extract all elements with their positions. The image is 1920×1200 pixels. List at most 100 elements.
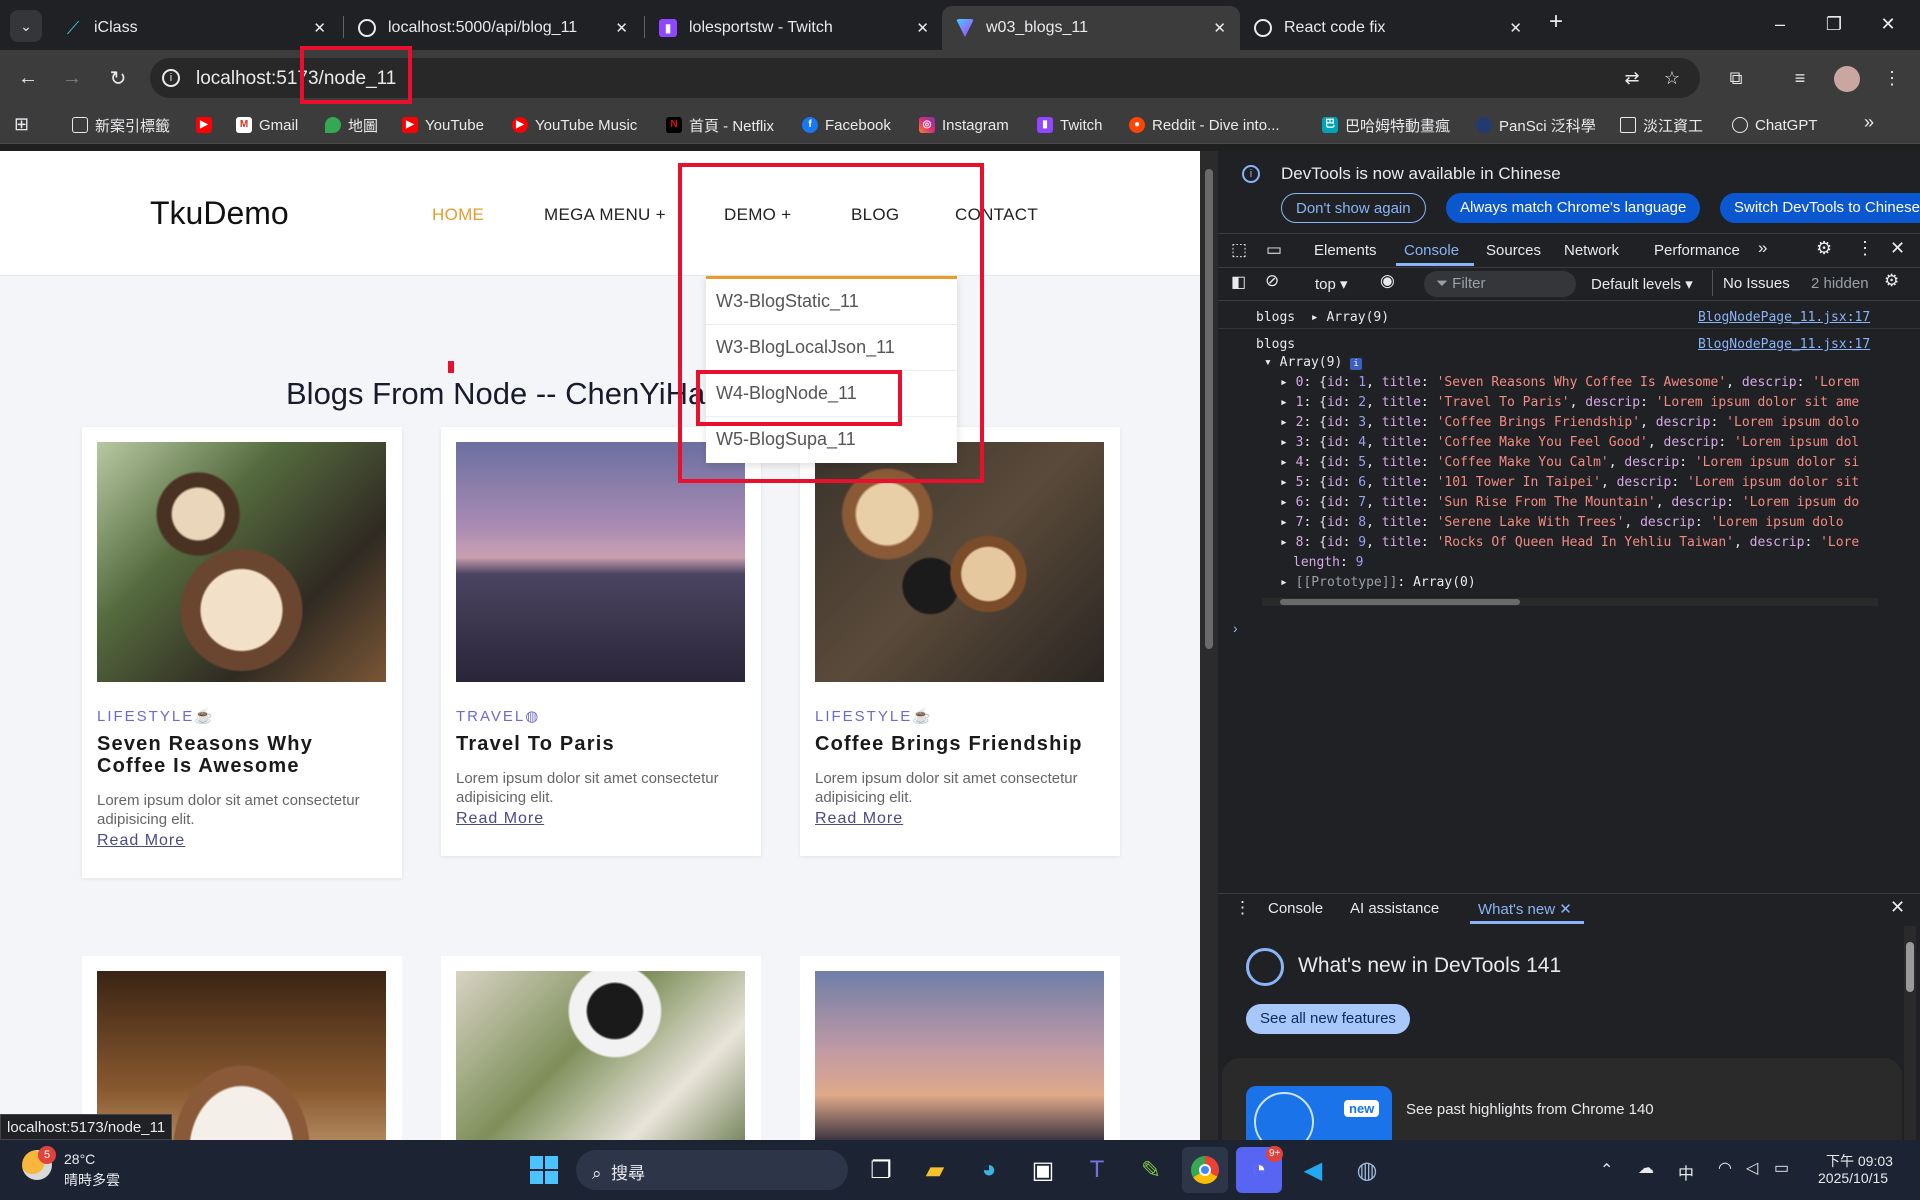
bookmark-youtube[interactable]: ▶ YouTube (402, 113, 484, 137)
chrome-icon[interactable] (1182, 1147, 1228, 1193)
volume-icon[interactable]: ◁ (1746, 1158, 1758, 1178)
file-explorer-icon[interactable]: ▰ (912, 1147, 958, 1193)
drawer-scrollbar[interactable] (1904, 926, 1916, 1140)
bookmark-facebook[interactable]: f Facebook (802, 113, 891, 137)
teams-icon[interactable]: T (1074, 1147, 1120, 1193)
more-bookmarks-icon[interactable]: » (1864, 112, 1874, 133)
array-entry-row[interactable]: ▸ 5: {id: 6, title: '101 Tower In Taipei… (1280, 475, 1886, 490)
switch-chinese-button[interactable]: Switch DevTools to Chinese (1720, 193, 1920, 223)
see-all-features-button[interactable]: See all new features (1246, 1004, 1410, 1034)
tab-w03-blogs[interactable]: w03_blogs_11 ✕ (942, 6, 1240, 50)
source-link[interactable]: BlogNodePage_11.jsx:17 (1698, 310, 1870, 325)
bookmark-chatgpt[interactable]: ChatGPT (1732, 113, 1818, 137)
bookmark-bahamut[interactable]: 巴巴哈姆特動畫瘋 (1322, 113, 1450, 137)
match-language-button[interactable]: Always match Chrome's language (1446, 193, 1701, 223)
apps-grid-icon[interactable]: ⊞ (14, 114, 29, 135)
close-drawer-icon[interactable]: ✕ (1890, 897, 1905, 918)
page-scrollbar[interactable] (1200, 151, 1218, 1140)
inspect-icon[interactable]: ⬚ (1231, 240, 1247, 260)
prototype-row[interactable]: ▸ [[Prototype]]: Array(0) (1280, 575, 1476, 590)
menu-icon[interactable]: ⋮ (1876, 62, 1908, 94)
close-icon[interactable]: ✕ (615, 19, 628, 37)
device-toolbar-icon[interactable]: ▭ (1266, 240, 1282, 260)
more-tabs-icon[interactable]: » (1758, 238, 1767, 258)
settings-gear-icon[interactable]: ⚙ (1816, 238, 1832, 259)
avatar[interactable] (1834, 66, 1860, 92)
tab-search-button[interactable]: ⌄ (10, 10, 42, 42)
drawer-tab-ai-assistance[interactable]: AI assistance (1350, 900, 1439, 917)
context-selector[interactable]: top ▾ (1315, 275, 1348, 293)
array-entry-row[interactable]: ▸ 0: {id: 1, title: 'Seven Reasons Why C… (1280, 375, 1886, 390)
bookmark-netflix[interactable]: N 首頁 - Netflix (666, 113, 774, 137)
filter-input[interactable]: ⏷ Filter (1424, 271, 1576, 297)
array-entry-row[interactable]: ▸ 1: {id: 2, title: 'Travel To Paris', d… (1280, 395, 1886, 410)
scrollbar-thumb[interactable] (1280, 599, 1520, 605)
console-log-row[interactable]: blogs ▸ Array(9) (1256, 310, 1389, 325)
drawer-menu-icon[interactable]: ⋮ (1234, 898, 1251, 918)
bookmark-gmail[interactable]: M Gmail (236, 113, 298, 137)
read-more-link[interactable]: Read More (97, 832, 185, 850)
close-devtools-icon[interactable]: ✕ (1890, 238, 1905, 259)
battery-icon[interactable]: ▭ (1774, 1158, 1789, 1178)
nav-home[interactable]: HOME (432, 205, 484, 225)
close-icon[interactable]: ✕ (1213, 19, 1226, 37)
read-more-link[interactable]: Read More (815, 810, 903, 828)
back-button[interactable]: ← (10, 60, 46, 96)
array-entry-row[interactable]: ▸ 3: {id: 4, title: 'Coffee Make You Fee… (1280, 435, 1886, 450)
issues-count[interactable]: No Issues (1723, 275, 1790, 292)
minimize-button[interactable]: – (1750, 0, 1810, 48)
tab-api-blog[interactable]: localhost:5000/api/blog_11 ✕ (344, 6, 642, 50)
vscode-icon[interactable]: ◀ (1290, 1147, 1336, 1193)
onedrive-icon[interactable]: ☁ (1638, 1158, 1654, 1178)
tab-react-code-fix[interactable]: React code fix ✕ (1240, 6, 1536, 50)
start-icon[interactable] (521, 1147, 567, 1193)
tab-console[interactable]: Console (1404, 242, 1459, 259)
clear-console-icon[interactable]: ⊘ (1265, 271, 1279, 291)
bookmark-youtube-small[interactable]: ▶ (196, 113, 212, 137)
close-icon[interactable]: ✕ (916, 19, 929, 37)
horizontal-scrollbar[interactable] (1262, 598, 1878, 606)
task-view-icon[interactable]: ❐ (858, 1147, 904, 1193)
notepad-icon[interactable]: ✎ (1128, 1147, 1174, 1193)
tab-elements[interactable]: Elements (1314, 242, 1377, 259)
bookmark-reddit[interactable]: ● Reddit - Dive into... (1129, 113, 1280, 137)
array-entry-row[interactable]: ▸ 2: {id: 3, title: 'Coffee Brings Frien… (1280, 415, 1886, 430)
bookmark-youtube-music[interactable]: ▶ YouTube Music (512, 113, 637, 137)
close-icon[interactable]: ✕ (1509, 19, 1522, 37)
bookmark-twitch[interactable]: ▮ Twitch (1037, 113, 1103, 137)
source-link[interactable]: BlogNodePage_11.jsx:17 (1698, 337, 1870, 352)
clock-date[interactable]: 2025/10/15 (1818, 1170, 1888, 1186)
array-expander[interactable]: ▾ Array(9) i (1264, 355, 1363, 370)
nav-mega-menu[interactable]: MEGA MENU + (544, 205, 666, 225)
new-tab-button[interactable]: + (1540, 8, 1572, 42)
wifi-icon[interactable]: ◠ (1718, 1158, 1732, 1178)
postgres-icon[interactable]: ◍ (1344, 1147, 1390, 1193)
ime-indicator[interactable]: 中 (1678, 1160, 1694, 1184)
extensions-icon[interactable]: ⧉ (1720, 62, 1752, 94)
array-entry-row[interactable]: ▸ 7: {id: 8, title: 'Serene Lake With Tr… (1280, 515, 1886, 530)
bookmark-maps[interactable]: 地圖 (325, 113, 378, 137)
tab-sources[interactable]: Sources (1486, 242, 1541, 259)
drawer-tab-whats-new[interactable]: What's new ✕ (1478, 900, 1572, 918)
sidebar-toggle-icon[interactable]: ◧ (1231, 272, 1246, 292)
restore-button[interactable]: ❐ (1804, 0, 1864, 48)
close-window-button[interactable]: ✕ (1858, 0, 1918, 48)
dont-show-again-button[interactable]: Don't show again (1281, 193, 1426, 223)
taskbar-search[interactable]: ⌕ 搜尋 (576, 1150, 848, 1190)
eye-icon[interactable]: ◉ (1380, 271, 1395, 291)
scrollbar-thumb[interactable] (1205, 169, 1213, 649)
array-entry-row[interactable]: ▸ 4: {id: 5, title: 'Coffee Make You Cal… (1280, 455, 1886, 470)
tab-network[interactable]: Network (1564, 242, 1619, 259)
levels-dropdown[interactable]: Default levels ▾ (1591, 275, 1693, 293)
console-prompt-icon[interactable]: › (1233, 620, 1238, 636)
show-hidden-icons[interactable]: ⌃ (1600, 1160, 1613, 1180)
clock-time[interactable]: 下午 09:03 (1826, 1151, 1893, 1171)
console-settings-icon[interactable]: ⚙ (1884, 271, 1899, 291)
bookmark-folder-tku[interactable]: 淡江資工 (1620, 113, 1703, 137)
drawer-tab-console[interactable]: Console (1268, 900, 1323, 917)
bookmark-instagram[interactable]: ◎ Instagram (919, 113, 1009, 137)
bookmark-star-icon[interactable]: ☆ (1656, 62, 1688, 94)
array-entry-row[interactable]: ▸ 6: {id: 7, title: 'Sun Rise From The M… (1280, 495, 1886, 510)
read-more-link[interactable]: Read More (456, 810, 544, 828)
store-icon[interactable]: ▣ (1020, 1147, 1066, 1193)
